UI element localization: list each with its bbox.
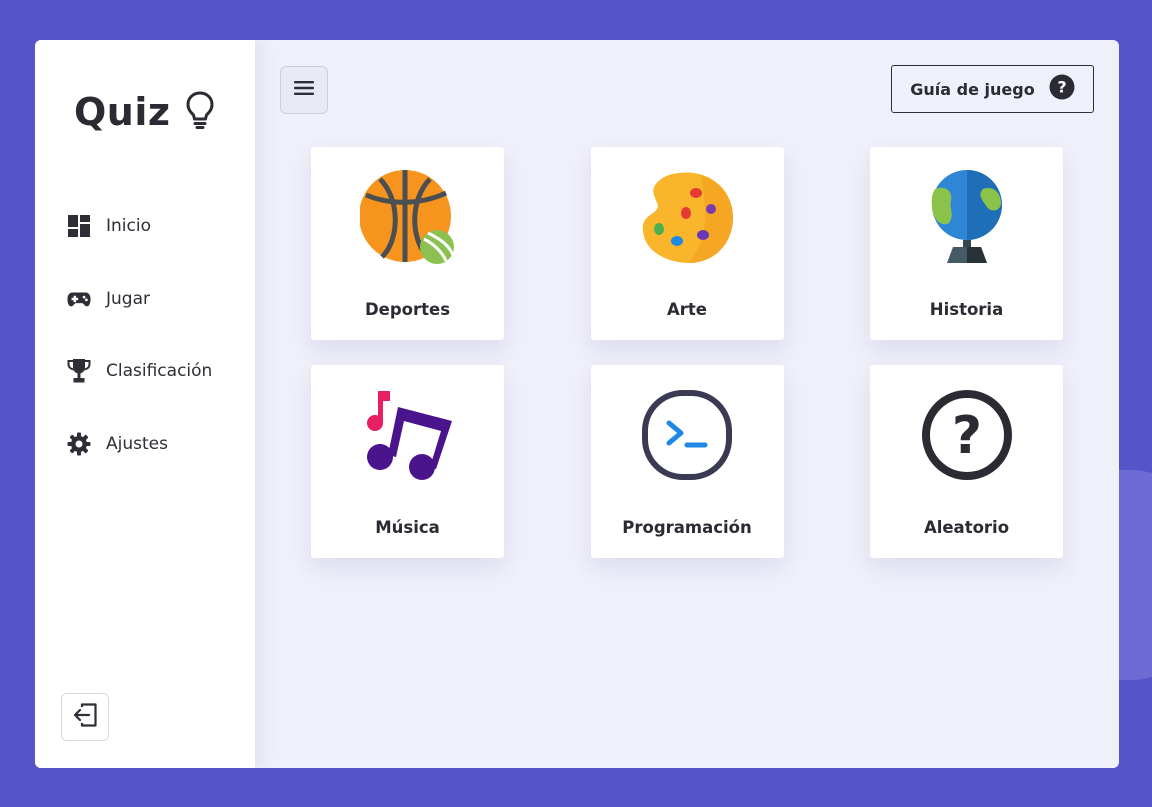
category-label: Aleatorio <box>923 518 1010 537</box>
sidebar-item-inicio[interactable]: Inicio <box>67 208 212 244</box>
category-grid: Deportes Arte Historia Música Programaci… <box>311 147 1063 558</box>
lightbulb-icon <box>185 90 215 134</box>
svg-text:?: ? <box>951 406 981 466</box>
globe-icon <box>919 169 1015 265</box>
game-guide-label: Guía de juego <box>910 79 1035 99</box>
category-label: Programación <box>622 518 752 537</box>
sidebar-item-label: Jugar <box>106 288 150 309</box>
sidebar-item-label: Ajustes <box>106 433 168 454</box>
logout-button[interactable] <box>61 693 109 741</box>
category-label: Deportes <box>364 300 451 319</box>
terminal-icon <box>639 387 735 483</box>
logo-text: Quiz <box>74 90 171 134</box>
sidebar-item-ajustes[interactable]: Ajustes <box>67 426 212 462</box>
app-window: Quiz Inicio Jugar Clasificación Ajustes … <box>35 40 1119 768</box>
trophy-icon <box>67 359 91 383</box>
sidebar-item-clasificacion[interactable]: Clasificación <box>67 353 212 389</box>
sidebar-item-label: Clasificación <box>106 361 213 381</box>
category-card-deportes[interactable]: Deportes <box>311 147 504 340</box>
category-card-arte[interactable]: Arte <box>590 147 784 340</box>
category-card-programacion[interactable]: Programación <box>590 365 784 558</box>
sidebar-item-jugar[interactable]: Jugar <box>67 281 212 317</box>
category-label: Historia <box>929 300 1004 319</box>
gamepad-icon <box>67 287 91 311</box>
sidebar-nav: Inicio Jugar Clasificación Ajustes <box>67 208 212 498</box>
game-guide-button[interactable]: Guía de juego ? <box>891 65 1094 113</box>
category-card-musica[interactable]: Música <box>311 365 504 558</box>
music-notes-icon <box>360 387 456 483</box>
paint-palette-icon <box>639 169 735 265</box>
sports-balls-icon <box>358 169 456 265</box>
logout-icon <box>72 702 98 732</box>
category-card-historia[interactable]: Historia <box>870 147 1063 340</box>
category-label: Música <box>375 518 440 537</box>
category-label: Arte <box>667 300 707 319</box>
gear-icon <box>67 432 91 456</box>
main-content: Guía de juego ? Deportes Arte Historia M… <box>255 40 1119 768</box>
help-circle-icon: ? <box>1049 74 1075 104</box>
dashboard-icon <box>67 214 91 238</box>
svg-text:?: ? <box>1057 78 1066 97</box>
sidebar-item-label: Inicio <box>106 216 151 236</box>
category-card-aleatorio[interactable]: ? Aleatorio <box>870 365 1063 558</box>
question-circle-icon: ? <box>919 387 1015 483</box>
hamburger-menu-icon <box>293 79 315 101</box>
menu-button[interactable] <box>280 66 328 114</box>
logo[interactable]: Quiz <box>74 90 215 134</box>
sidebar: Quiz Inicio Jugar Clasificación Ajustes <box>35 40 255 768</box>
